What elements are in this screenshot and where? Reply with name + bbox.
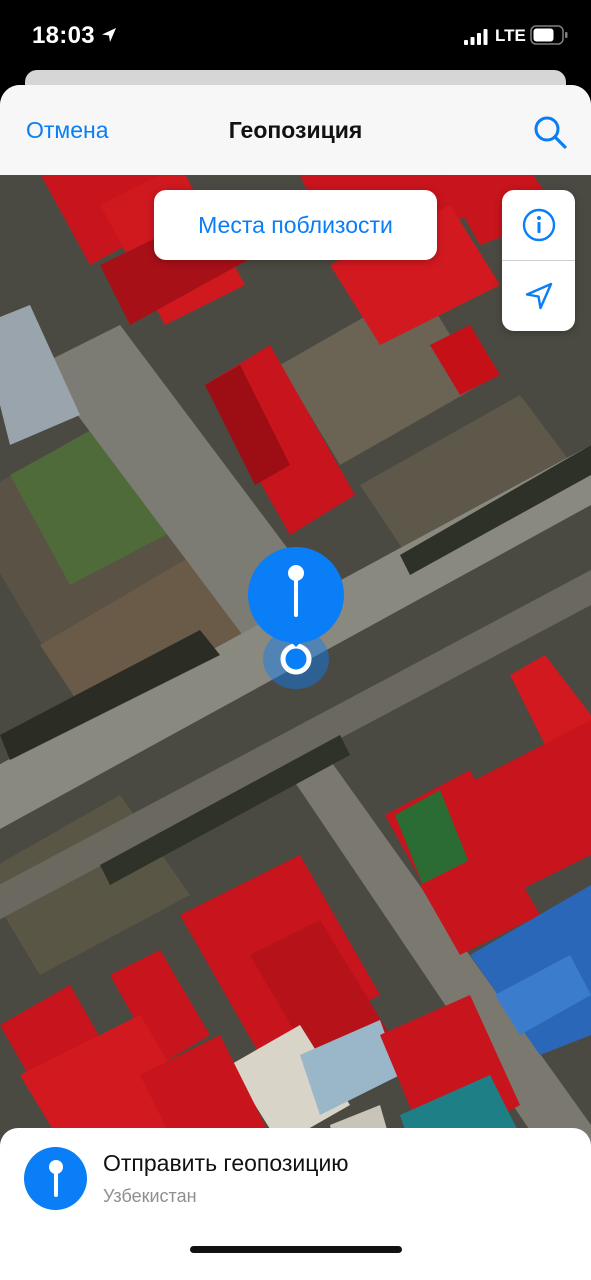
signal-icon — [464, 29, 488, 45]
send-location-pin — [24, 1147, 87, 1210]
network-type: LTE — [495, 26, 526, 45]
map-pin-icon[interactable] — [248, 547, 344, 647]
send-location-title: Отправить геопозицию — [103, 1150, 349, 1176]
nav-bar: Отмена Геопозиция — [0, 85, 591, 175]
location-arrow-icon — [102, 28, 116, 42]
home-indicator[interactable] — [190, 1246, 402, 1253]
map-controls — [502, 190, 575, 331]
status-time: 18:03 — [32, 22, 95, 49]
current-location-button[interactable] — [502, 261, 575, 331]
cancel-button[interactable]: Отмена — [26, 117, 109, 144]
status-bar: 18:03 LTE — [0, 0, 591, 70]
nearby-places-button[interactable]: Места поблизости — [154, 190, 437, 260]
location-arrow-icon — [525, 282, 552, 310]
send-location-subtitle: Узбекистан — [103, 1186, 197, 1206]
map-pin-icon — [48, 1159, 63, 1197]
info-icon — [522, 208, 555, 242]
send-location-panel: Отправить геопозицию Узбекистан — [0, 1128, 591, 1280]
info-button[interactable] — [502, 190, 575, 260]
send-location-row[interactable]: Отправить геопозицию Узбекистан — [0, 1128, 591, 1238]
location-sheet: Отмена Геопозиция Места поблизости Отпра… — [0, 85, 591, 1280]
search-icon[interactable] — [531, 113, 569, 151]
battery-icon — [530, 25, 568, 45]
